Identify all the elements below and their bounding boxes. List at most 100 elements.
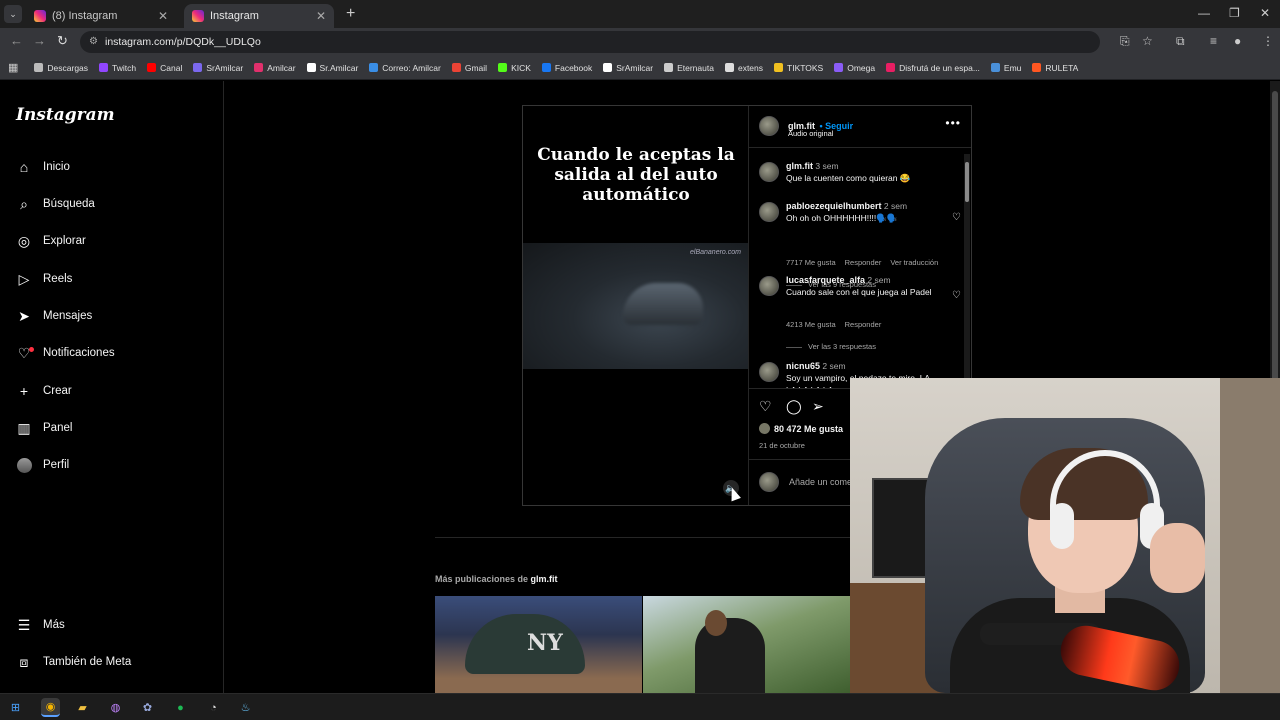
bookmark-item[interactable]: extens [724,63,763,73]
bookmark-item[interactable]: Canal [147,63,182,73]
comment-time: 2 sem [883,201,908,211]
more-posts-username[interactable]: glm.fit [531,574,558,584]
tab-search-dropdown[interactable]: ⌄ [4,5,22,23]
comment-like-heart-icon[interactable]: ♡ [952,290,961,301]
bookmark-item[interactable]: Omega [834,63,875,73]
sidebar-item-explorar[interactable]: ◎ Explorar [16,229,86,253]
bookmark-item[interactable]: Sr.Amilcar [306,63,358,73]
share-send-icon[interactable]: ➢ [812,398,824,415]
bookmark-item[interactable]: Correo: Amilcar [369,63,441,73]
chrome-menu-icon[interactable]: ⋮ [1262,34,1274,48]
sidebar-item-more[interactable]: ☰ Más [16,613,65,637]
comment-likes[interactable]: 7717 Me gusta [786,258,836,267]
reply-link[interactable]: Responder [845,320,882,329]
head-shape [705,610,727,636]
commenter-username[interactable]: glm.fit [786,161,813,171]
bookmark-favicon-icon [664,63,674,72]
like-heart-icon[interactable]: ♡ [759,398,772,415]
sidebar-item-also-from-meta[interactable]: ⧈ También de Meta [16,650,132,674]
commenter-avatar[interactable] [759,202,779,222]
likes-count[interactable]: 80 472 Me gusta [759,423,843,434]
more-post-thumbnail-1[interactable]: NY [435,596,642,693]
instagram-logo[interactable]: Instagram [16,105,115,125]
home-icon: ⌂ [19,159,29,175]
bookmark-favicon-icon [254,63,264,72]
app-taskbar-icon-2[interactable]: ✿ [138,698,157,717]
profile-avatar-icon[interactable]: ● [1234,34,1241,48]
sidebar-item-label: Más [43,619,65,631]
sidebar-item-bsqueda[interactable]: ⌕ Búsqueda [16,192,95,216]
bookmark-item[interactable]: TIKTOKS [774,63,823,73]
bookmark-item[interactable]: Emu [990,63,1021,73]
bookmark-star-icon[interactable]: ☆ [1142,34,1153,48]
scroll-thumb[interactable] [965,162,969,202]
cast-icon[interactable]: ⎘ [1120,34,1130,49]
bookmark-item[interactable]: Gmail [451,63,487,73]
windows-start-icon[interactable]: ⊞ [6,698,25,717]
sidebar-item-perfil[interactable]: Perfil [16,453,69,477]
bookmark-item[interactable]: SrAmilcar [603,63,653,73]
commenter-username[interactable]: nicnu65 [786,361,820,371]
bookmark-favicon-icon [147,63,157,72]
comment-bubble-icon[interactable]: ◯ [786,398,802,415]
bookmark-item[interactable]: Twitch [99,63,136,73]
view-replies-link[interactable]: Ver las 3 respuestas [786,342,876,351]
bookmark-favicon-icon [34,63,44,72]
browser-tab-2[interactable]: Instagram ✕ [184,4,334,28]
file-explorer-icon[interactable]: ▰ [73,698,92,717]
close-tab-icon[interactable]: ✕ [158,9,168,23]
sidebar-item-label: Perfil [43,459,70,471]
bookmark-item[interactable]: RULETA [1032,63,1078,73]
sidebar-item-inicio[interactable]: ⌂ Inicio [16,155,70,179]
bookmark-item[interactable]: Disfrutá de un espa... [886,63,980,73]
obs-icon[interactable]: ◔ [204,698,223,717]
commenter-avatar[interactable] [759,162,779,182]
bookmark-item[interactable]: Amilcar [254,63,296,73]
apps-grid-icon[interactable]: ▦ [8,61,18,74]
reload-icon[interactable]: ↻ [57,33,68,49]
close-tab-icon[interactable]: ✕ [316,9,326,23]
commenter-username[interactable]: pabloezequielhumbert [786,201,882,211]
bookmark-item[interactable]: SrAmilcar [193,63,243,73]
steam-icon[interactable]: ♨ [236,698,255,717]
bookmark-item[interactable]: Descargas [34,63,88,73]
comment-likes[interactable]: 4213 Me gusta [786,320,836,329]
commenter-avatar[interactable] [759,362,779,382]
sidebar-item-panel[interactable]: ▥ Panel [16,416,72,440]
reply-link[interactable]: Responder [845,258,882,267]
close-window-button[interactable]: ✕ [1260,6,1270,20]
post-video[interactable]: Cuando le aceptas la salida al del auto … [523,106,749,505]
audio-original-link[interactable]: Audio original [788,129,833,138]
comment-like-heart-icon[interactable]: ♡ [952,212,961,223]
url-bar[interactable]: ⚙ instagram.com/p/DQDk__UDLQo [80,31,1100,53]
commenter-username[interactable]: lucasfarquete_alfa [786,275,865,285]
dashboard-icon: ▥ [17,419,31,436]
commenter-avatar[interactable] [759,276,779,296]
more-options-icon[interactable]: ••• [945,116,961,130]
new-tab-button[interactable]: + [346,5,355,23]
media-control-icon[interactable]: ≡ [1210,34,1217,48]
sidebar-item-crear[interactable]: + Crear [16,379,72,403]
back-arrow-icon[interactable]: ← [10,33,23,48]
chrome-taskbar-icon[interactable]: ◉ [41,698,60,717]
more-post-thumbnail-2[interactable] [643,596,850,693]
sidebar-item-mensajes[interactable]: ➤ Mensajes [16,304,92,328]
restore-button[interactable]: ❐ [1229,6,1240,20]
translate-link[interactable]: Ver traducción [890,258,938,267]
sidebar-item-label: Explorar [43,235,86,247]
bookmark-item[interactable]: KICK [498,63,531,73]
bookmark-item[interactable]: Facebook [541,63,592,73]
spotify-icon[interactable]: ● [171,698,190,717]
bookmark-item[interactable]: Eternauta [664,63,714,73]
forward-arrow-icon[interactable]: → [33,33,46,48]
extensions-icon[interactable]: ⧉ [1176,34,1185,49]
comments-scrollbar[interactable] [964,154,970,386]
site-info-icon[interactable]: ⚙ [89,31,98,53]
minimize-button[interactable]: — [1198,6,1210,20]
author-avatar[interactable] [759,116,779,136]
browser-tab-1[interactable]: (8) Instagram ✕ [26,4,176,28]
sidebar-item-reels[interactable]: ▷ Reels [16,267,73,291]
sidebar-item-notificaciones[interactable]: ♡ Notificaciones [16,341,115,365]
app-taskbar-icon-1[interactable]: ◍ [106,698,125,717]
ny-logo-icon: NY [527,630,563,656]
